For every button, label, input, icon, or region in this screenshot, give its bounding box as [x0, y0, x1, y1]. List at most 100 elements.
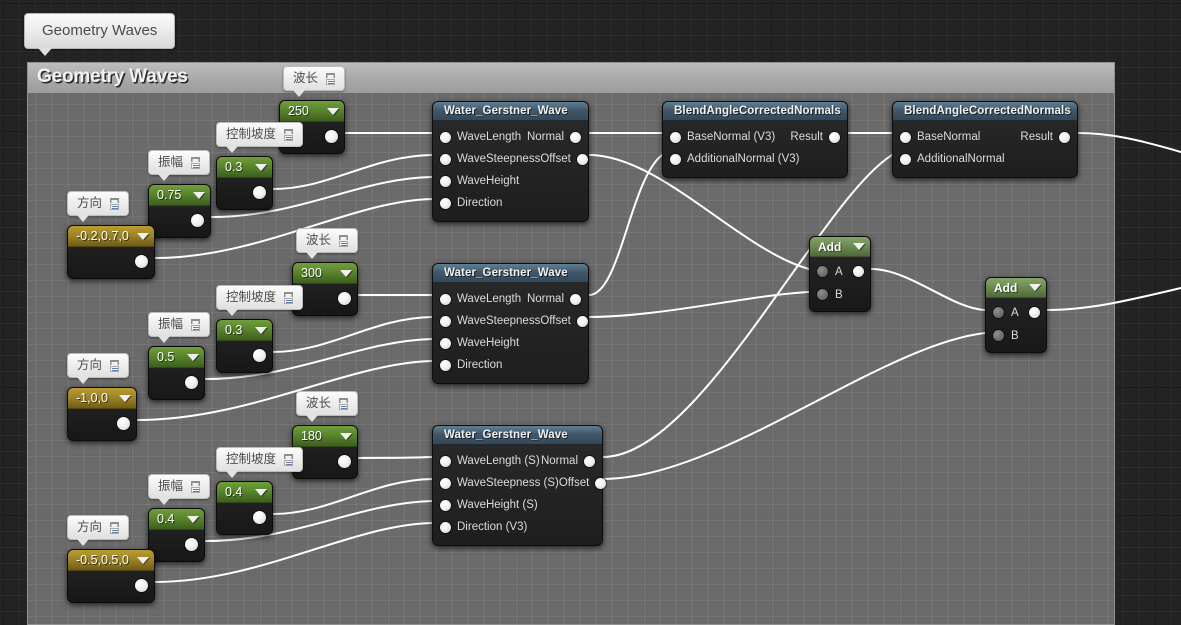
input-pin-group[interactable]: Direction (V3): [433, 521, 527, 533]
value-node-header[interactable]: 250: [280, 101, 344, 122]
input-pin-group[interactable]: WaveHeight (S): [433, 499, 538, 511]
value-node-direction-value-2[interactable]: -1,0,0: [67, 387, 137, 441]
output-pin[interactable]: [135, 255, 148, 268]
chevron-down-icon[interactable]: [255, 326, 267, 334]
input-pin[interactable]: [440, 477, 451, 489]
output-pin[interactable]: [576, 153, 588, 165]
value-node-header[interactable]: 0.4: [217, 482, 272, 503]
input-pin[interactable]: [670, 153, 681, 165]
input-pin[interactable]: [440, 499, 451, 511]
comment-pill-steepness-2[interactable]: 控制坡度: [216, 285, 304, 316]
input-pin[interactable]: [440, 337, 451, 349]
input-pin-group[interactable]: Direction: [433, 359, 502, 371]
output-pin[interactable]: [570, 293, 581, 305]
comment-pill-wavelength-3[interactable]: 波长: [296, 391, 359, 422]
chevron-down-icon[interactable]: [340, 269, 352, 277]
value-node-header[interactable]: 0.5: [149, 347, 204, 368]
input-pin-group[interactable]: B: [817, 289, 843, 301]
input-pin[interactable]: [440, 131, 451, 143]
input-pin[interactable]: [900, 153, 911, 165]
function-node-header[interactable]: Water_Gerstner_Wave: [433, 102, 588, 121]
input-pin-group[interactable]: WaveLength: [433, 131, 521, 143]
comment-box-header[interactable]: [28, 63, 1114, 93]
output-pin[interactable]: [253, 349, 266, 362]
chevron-down-icon[interactable]: [255, 488, 267, 496]
value-node-steepness-value-3[interactable]: 0.4: [216, 481, 273, 535]
comment-pill-steepness-1[interactable]: 控制坡度: [216, 122, 304, 153]
value-node-header[interactable]: 0.4: [149, 509, 204, 530]
output-pin[interactable]: [338, 292, 351, 305]
comment-pill-steepness-3[interactable]: 控制坡度: [216, 447, 304, 478]
add-node-header[interactable]: Add: [810, 237, 870, 257]
value-node-direction-value-1[interactable]: -0.2,0.7,0: [67, 225, 155, 279]
input-pin-group[interactable]: WaveHeight: [433, 175, 519, 187]
input-pin-group[interactable]: WaveSteepness (S): [433, 477, 559, 489]
function-node-gerstner-wave-2[interactable]: Water_Gerstner_Wave WaveLength Normal WaveS…: [432, 263, 589, 384]
input-pin[interactable]: [440, 293, 451, 305]
chevron-down-icon[interactable]: [340, 432, 352, 440]
output-pin-group[interactable]: Offset: [540, 153, 594, 165]
chevron-down-icon[interactable]: [193, 191, 205, 199]
function-node-header[interactable]: BlendAngleCorrectedNormals: [663, 102, 847, 121]
output-pin[interactable]: [253, 511, 266, 524]
output-pin[interactable]: [325, 130, 338, 143]
add-node-add-node-2[interactable]: Add A B: [985, 277, 1047, 353]
comment-pill-amplitude-3[interactable]: 振幅: [148, 474, 211, 505]
output-pin-group[interactable]: Result: [1020, 131, 1077, 143]
value-node-steepness-value-2[interactable]: 0.3: [216, 319, 273, 373]
input-pin[interactable]: [440, 359, 451, 371]
comment-pill-direction-2[interactable]: 方向: [67, 353, 130, 384]
input-pin-group[interactable]: Direction: [433, 197, 502, 209]
add-node-header[interactable]: Add: [986, 278, 1046, 298]
output-pin[interactable]: [595, 477, 607, 489]
output-pin-group[interactable]: Normal: [527, 293, 588, 305]
input-pin-group[interactable]: BaseNormal: [893, 131, 980, 143]
input-pin-group[interactable]: WaveSteepness: [433, 315, 540, 327]
output-pin[interactable]: [853, 266, 864, 277]
value-node-direction-value-3[interactable]: -0.5,0.5,0: [67, 549, 155, 603]
input-pin[interactable]: [993, 330, 1004, 341]
chevron-down-icon[interactable]: [137, 232, 149, 240]
chevron-down-icon[interactable]: [187, 515, 199, 523]
input-pin-group[interactable]: AdditionalNormal: [893, 153, 1005, 165]
input-pin[interactable]: [817, 289, 828, 300]
output-pin[interactable]: [135, 579, 148, 592]
input-pin[interactable]: [993, 307, 1004, 318]
input-pin-group[interactable]: AdditionalNormal (V3): [663, 153, 800, 165]
output-pin[interactable]: [570, 131, 581, 143]
comment-pill-amplitude-2[interactable]: 振幅: [148, 312, 211, 343]
input-pin-group[interactable]: WaveLength (S): [433, 455, 540, 467]
input-pin-group[interactable]: A: [817, 266, 843, 278]
value-node-amplitude-value-1[interactable]: 0.75: [148, 184, 211, 238]
value-node-amplitude-value-2[interactable]: 0.5: [148, 346, 205, 400]
value-node-steepness-value-1[interactable]: 0.3: [216, 156, 273, 210]
function-node-gerstner-wave-1[interactable]: Water_Gerstner_Wave WaveLength Normal WaveS…: [432, 101, 589, 222]
input-pin-group[interactable]: WaveHeight: [433, 337, 519, 349]
input-pin[interactable]: [440, 197, 451, 209]
output-pin[interactable]: [338, 455, 351, 468]
input-pin[interactable]: [440, 315, 451, 327]
output-pin[interactable]: [1029, 307, 1040, 318]
function-node-gerstner-wave-3[interactable]: Water_Gerstner_Wave WaveLength (S) Normal W…: [432, 425, 607, 546]
value-node-header[interactable]: 180: [293, 426, 357, 447]
function-node-blend-normals-1[interactable]: BlendAngleCorrectedNormals BaseNormal (V3…: [662, 101, 848, 178]
input-pin[interactable]: [440, 175, 451, 187]
output-pin-group[interactable]: Result: [790, 131, 847, 143]
chevron-down-icon[interactable]: [187, 353, 199, 361]
value-node-header[interactable]: 0.75: [149, 185, 210, 206]
output-pin[interactable]: [576, 315, 588, 327]
output-pin[interactable]: [829, 131, 840, 143]
output-pin[interactable]: [1059, 131, 1070, 143]
add-node-add-node-1[interactable]: Add A B: [809, 236, 871, 312]
input-pin-group[interactable]: WaveSteepness: [433, 153, 540, 165]
input-pin[interactable]: [900, 131, 911, 143]
output-pin[interactable]: [253, 186, 266, 199]
comment-pill-wavelength-1[interactable]: 波长: [283, 66, 346, 97]
chevron-down-icon[interactable]: [1029, 284, 1041, 291]
output-pin[interactable]: [185, 538, 198, 551]
output-pin[interactable]: [117, 417, 130, 430]
output-pin[interactable]: [584, 455, 595, 467]
input-pin[interactable]: [817, 266, 828, 277]
function-node-header[interactable]: BlendAngleCorrectedNormals: [893, 102, 1077, 121]
value-node-header[interactable]: 0.3: [217, 157, 272, 178]
